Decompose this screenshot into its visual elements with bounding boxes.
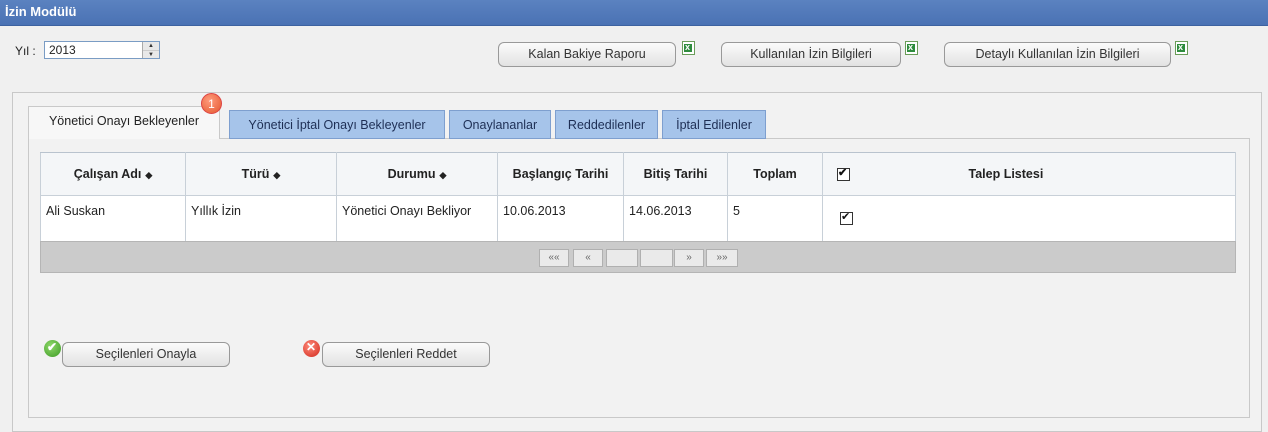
reject-icon [303, 340, 320, 357]
column-header-employee[interactable]: Çalışan Adı ◆ [40, 152, 186, 196]
sort-icon: ◆ [145, 170, 153, 180]
table-row[interactable]: Ali Suskan Yıllık İzin Yönetici Onayı Be… [40, 195, 1236, 242]
year-label: Yıl : [15, 44, 36, 58]
spin-up-icon[interactable]: ▲ [143, 42, 159, 51]
title-bar: İzin Modülü [0, 0, 1268, 26]
prev-page-button[interactable]: « [573, 249, 603, 267]
cell-status: Yönetici Onayı Bekliyor [336, 195, 498, 242]
cell-end-date: 14.06.2013 [623, 195, 728, 242]
column-header-request-list: Talep Listesi [822, 152, 1236, 196]
first-page-button[interactable]: «« [539, 249, 569, 267]
approve-icon [44, 340, 61, 357]
excel-icon[interactable] [1175, 41, 1188, 55]
column-header-type[interactable]: Türü ◆ [185, 152, 337, 196]
page-count [640, 249, 673, 267]
year-spinner[interactable]: 2013 ▲ ▼ [44, 41, 160, 59]
next-page-button[interactable]: » [674, 249, 704, 267]
year-spin-buttons[interactable]: ▲ ▼ [142, 42, 159, 58]
used-leave-info-button[interactable]: Kullanılan İzin Bilgileri [721, 42, 901, 67]
pagination-bar: «« « » »» [40, 241, 1236, 273]
tab-cancelled[interactable]: İptal Edilenler [662, 110, 766, 139]
cell-employee: Ali Suskan [40, 195, 186, 242]
column-header-end-date: Bitiş Tarihi [623, 152, 728, 196]
year-value[interactable]: 2013 [49, 43, 76, 57]
column-header-status[interactable]: Durumu ◆ [336, 152, 498, 196]
cell-type: Yıllık İzin [185, 195, 337, 242]
table-header-row: Çalışan Adı ◆ Türü ◆ Durumu ◆ Başlangıç Tar… [40, 152, 1236, 196]
tab-approved[interactable]: Onaylananlar [449, 110, 551, 139]
sort-icon: ◆ [273, 170, 281, 180]
leave-requests-table: Çalışan Adı ◆ Türü ◆ Durumu ◆ Başlangıç Tar… [40, 152, 1236, 242]
notification-badge: 1 [201, 93, 222, 114]
row-checkbox[interactable] [840, 210, 853, 226]
column-header-start-date: Başlangıç Tarihi [497, 152, 624, 196]
sort-icon: ◆ [439, 170, 447, 180]
window-title: İzin Modülü [5, 4, 77, 19]
last-page-button[interactable]: »» [706, 249, 738, 267]
excel-icon[interactable] [682, 41, 695, 55]
cell-total: 5 [727, 195, 823, 242]
select-all-checkbox[interactable] [837, 166, 850, 182]
tab-awaiting-cancel-approval[interactable]: Yönetici İptal Onayı Bekleyenler [229, 110, 445, 139]
approve-selected-button[interactable]: Seçilenleri Onayla [62, 342, 230, 367]
cell-request-select [822, 195, 1236, 242]
page-number-input[interactable] [606, 249, 638, 267]
tab-rejected[interactable]: Reddedilenler [555, 110, 658, 139]
excel-icon[interactable] [905, 41, 918, 55]
remaining-balance-report-button[interactable]: Kalan Bakiye Raporu [498, 42, 676, 67]
reject-selected-button[interactable]: Seçilenleri Reddet [322, 342, 490, 367]
detailed-used-leave-button[interactable]: Detaylı Kullanılan İzin Bilgileri [944, 42, 1171, 67]
column-header-total: Toplam [727, 152, 823, 196]
cell-start-date: 10.06.2013 [497, 195, 624, 242]
spin-down-icon[interactable]: ▼ [143, 51, 159, 59]
tab-awaiting-approval[interactable]: Yönetici Onayı Bekleyenler [28, 106, 220, 139]
